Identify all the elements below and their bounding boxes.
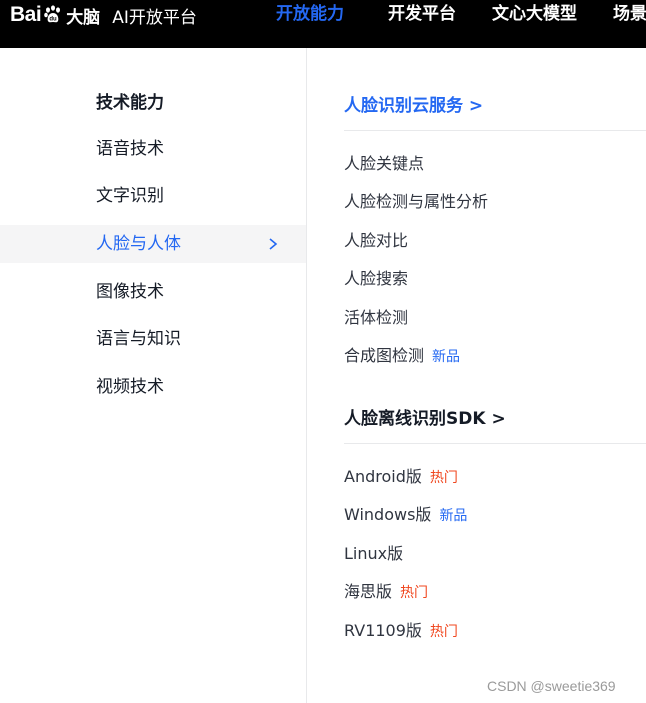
link-label: 人脸关键点 (344, 154, 425, 173)
category-label: 人脸与人体 (96, 234, 181, 254)
section-divider (344, 443, 646, 444)
chevron-right-icon (269, 238, 278, 250)
link-face-search[interactable]: 人脸搜索 (344, 267, 408, 291)
column-divider (306, 48, 307, 703)
category-item-speech[interactable]: 语音技术 (0, 130, 306, 168)
category-label: 图像技术 (96, 282, 164, 302)
link-label: 活体检测 (344, 308, 409, 327)
logo-brain-text: 大脑 (66, 7, 101, 28)
link-label: Android版 (344, 467, 422, 486)
link-label: 合成图检测 (344, 346, 425, 365)
link-windows-sdk[interactable]: Windows版 新品 (344, 503, 467, 527)
paw-icon: du (44, 5, 61, 23)
category-item-image[interactable]: 图像技术 (0, 273, 306, 311)
logo-wordmark: Bai (10, 3, 42, 26)
category-label: 视频技术 (96, 377, 164, 397)
category-label: 语言与知识 (96, 329, 181, 349)
section-title-face-cloud[interactable]: 人脸识别云服务 > (344, 91, 483, 116)
nav-open-capabilities[interactable]: 开放能力 (276, 0, 344, 28)
category-heading: 技术能力 (96, 93, 164, 113)
nav-wenxin-model[interactable]: 文心大模型 (492, 0, 577, 28)
link-label: 人脸对比 (344, 231, 409, 250)
new-badge: 新品 (439, 508, 468, 524)
link-rv1109-sdk[interactable]: RV1109版 热门 (344, 619, 458, 643)
section-title-offline-sdk[interactable]: 人脸离线识别SDK > (344, 404, 506, 429)
link-face-compare[interactable]: 人脸对比 (344, 229, 408, 253)
section-divider (344, 130, 646, 131)
category-item-ocr[interactable]: 文字识别 (0, 177, 306, 215)
link-label: 海思版 (344, 582, 393, 601)
category-label: 文字识别 (96, 186, 164, 206)
category-item-face-body[interactable]: 人脸与人体 (0, 225, 306, 263)
link-synthetic-detect[interactable]: 合成图检测 新品 (344, 344, 460, 368)
baidu-ai-logo[interactable]: Bai du 大脑 AI开放平台 (10, 0, 197, 30)
hot-badge: 热门 (429, 470, 458, 486)
link-linux-sdk[interactable]: Linux版 (344, 542, 403, 566)
hot-badge: 热门 (400, 585, 429, 601)
link-label: Windows版 (344, 505, 432, 524)
link-label: Linux版 (344, 544, 404, 563)
link-label: 人脸搜索 (344, 269, 409, 288)
nav-scenarios[interactable]: 场景 (613, 0, 646, 28)
category-label: 语音技术 (96, 139, 164, 159)
link-label: RV1109版 (344, 621, 422, 640)
category-item-language[interactable]: 语言与知识 (0, 320, 306, 358)
link-label: 人脸检测与属性分析 (344, 192, 489, 211)
top-navigation-bar: Bai du 大脑 AI开放平台 开放能力 开发平台 文心大模型 场景 (0, 0, 646, 48)
category-item-video[interactable]: 视频技术 (0, 368, 306, 406)
link-face-detect[interactable]: 人脸检测与属性分析 (344, 190, 488, 214)
platform-name: AI开放平台 (112, 7, 197, 28)
csdn-watermark: CSDN @sweetie369 (487, 678, 616, 694)
new-badge: 新品 (432, 349, 461, 365)
nav-dev-platform[interactable]: 开发平台 (388, 0, 456, 28)
link-android-sdk[interactable]: Android版 热门 (344, 465, 458, 489)
link-hisilicon-sdk[interactable]: 海思版 热门 (344, 580, 428, 604)
link-face-keypoints[interactable]: 人脸关键点 (344, 152, 424, 176)
link-liveness[interactable]: 活体检测 (344, 306, 408, 330)
hot-badge: 热门 (429, 624, 458, 640)
svg-text:du: du (50, 17, 58, 23)
